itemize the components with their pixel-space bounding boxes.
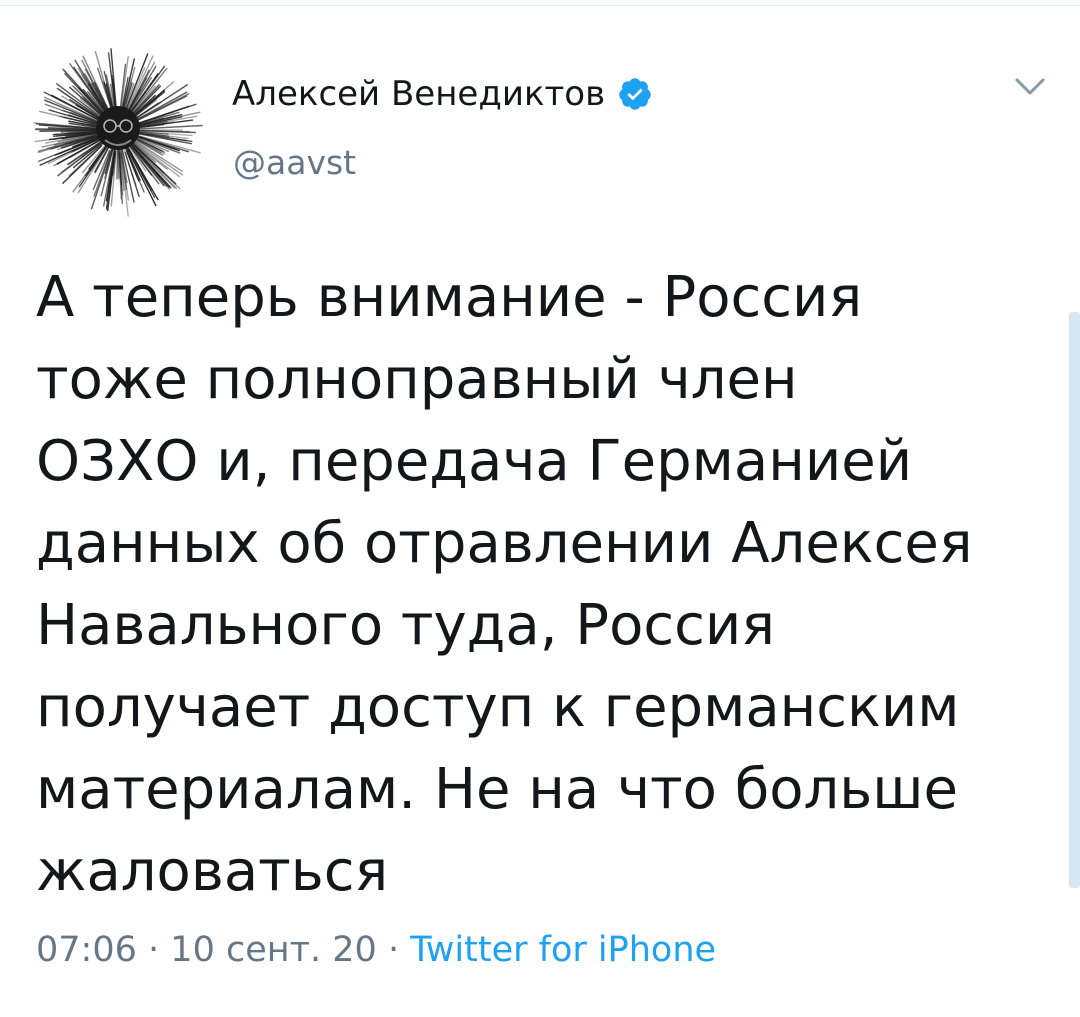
author-handle[interactable]: @aavst: [233, 143, 356, 182]
tweet-date: 10 сент. 20: [170, 930, 377, 970]
tweet-meta: 07:06 · 10 сент. 20 · Twitter for iPhone: [36, 930, 716, 970]
meta-separator: ·: [148, 930, 160, 970]
scrollbar-thumb[interactable]: [1069, 312, 1080, 888]
author-row: Алексей Венедиктов: [232, 68, 653, 120]
meta-separator: ·: [387, 930, 400, 970]
tweet-source-link[interactable]: Twitter for iPhone: [410, 930, 716, 970]
chevron-down-icon[interactable]: [1013, 74, 1047, 100]
verified-badge-icon: [619, 78, 651, 110]
tweet-text: А теперь внимание - Россия тоже полнопра…: [36, 265, 973, 904]
avatar[interactable]: [33, 48, 203, 218]
author-display-name[interactable]: Алексей Венедиктов: [232, 74, 605, 114]
tweet-time: 07:06: [36, 930, 137, 970]
top-divider: [0, 5, 1080, 6]
